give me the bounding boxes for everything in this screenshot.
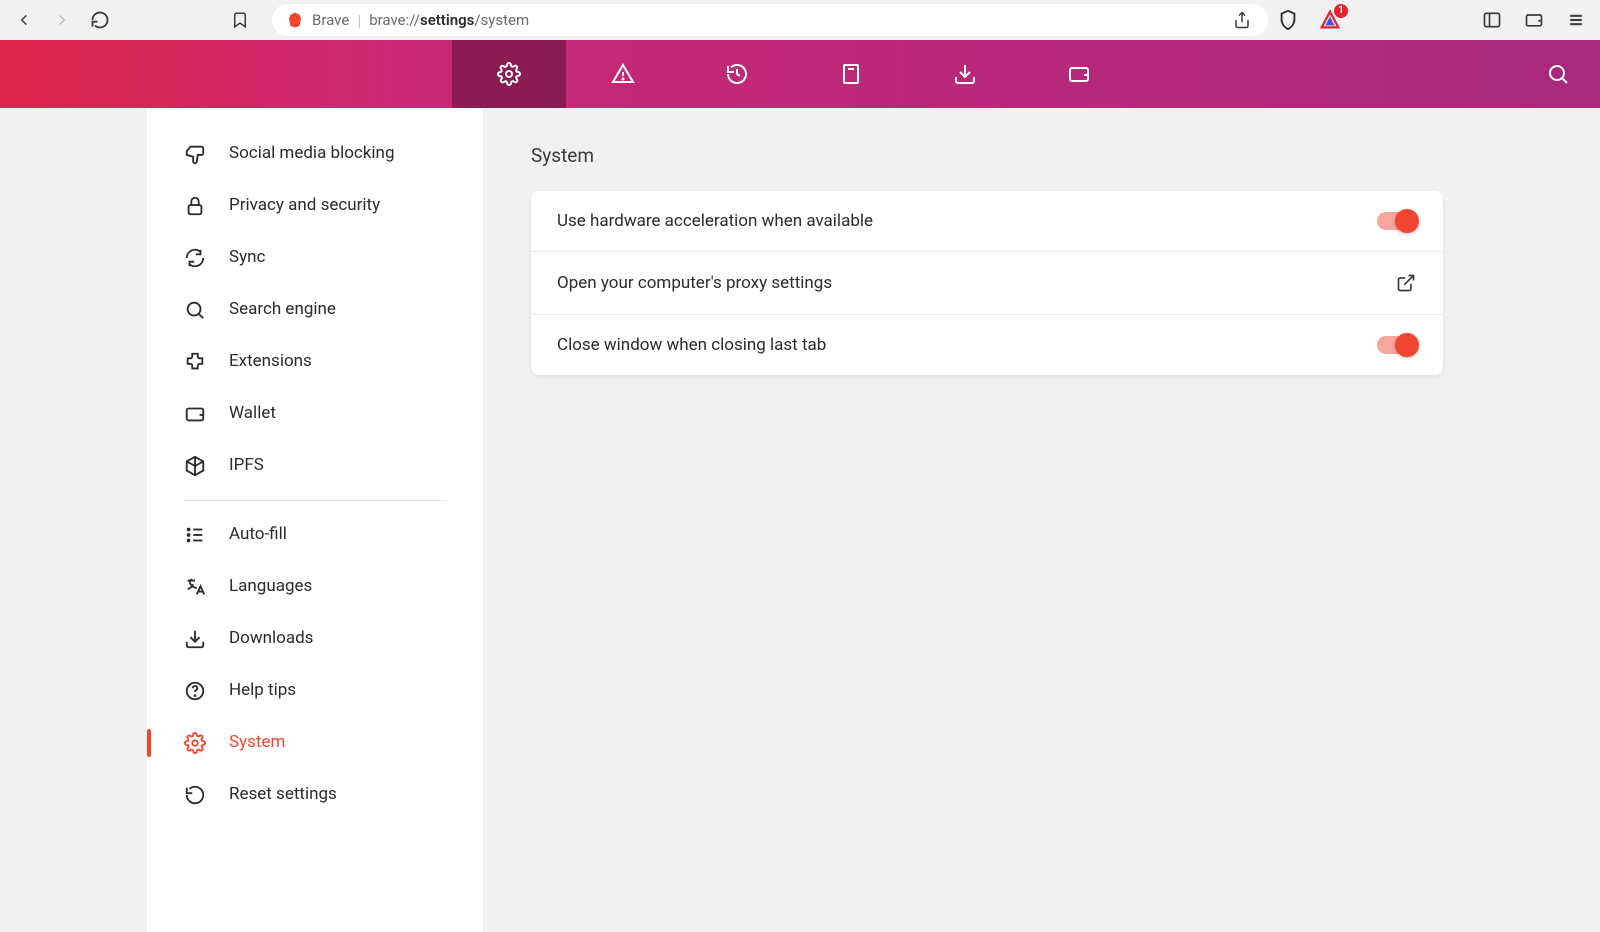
- translate-icon: [183, 575, 207, 599]
- sidebar-item-ipfs[interactable]: IPFS: [147, 440, 483, 492]
- sidebar-item-label: Search engine: [229, 298, 336, 322]
- list-icon: [183, 523, 207, 547]
- sidebar-item-label: IPFS: [229, 454, 264, 478]
- address-separator: |: [357, 11, 361, 30]
- sync-icon: [183, 246, 207, 270]
- sidebar-item-label: Reset settings: [229, 783, 337, 807]
- gear-icon: [183, 731, 207, 755]
- header-tab-wallet[interactable]: [1022, 40, 1136, 108]
- sidebar-toggle-button[interactable]: [1480, 8, 1504, 32]
- sidebar-item-label: Help tips: [229, 679, 296, 703]
- address-bar[interactable]: Brave | brave://settings/system: [272, 4, 1268, 36]
- browser-toolbar: Brave | brave://settings/system 1: [0, 0, 1600, 40]
- settings-sidebar: Social media blocking Privacy and securi…: [147, 108, 483, 932]
- sidebar-item-downloads[interactable]: Downloads: [147, 613, 483, 665]
- download-icon: [183, 627, 207, 651]
- lock-icon: [183, 194, 207, 218]
- sidebar-item-reset-settings[interactable]: Reset settings: [147, 769, 483, 821]
- bookmark-button[interactable]: [228, 8, 252, 32]
- sidebar-item-label: Auto-fill: [229, 523, 287, 547]
- help-icon: [183, 679, 207, 703]
- sidebar-item-system[interactable]: System: [147, 717, 483, 769]
- setting-label: Open your computer's proxy settings: [557, 273, 832, 293]
- toggle-hardware-acceleration[interactable]: [1377, 212, 1417, 230]
- sidebar-item-privacy-security[interactable]: Privacy and security: [147, 180, 483, 232]
- sidebar-item-label: Downloads: [229, 627, 313, 651]
- header-tab-settings[interactable]: [452, 40, 566, 108]
- sidebar-divider: [183, 500, 447, 501]
- address-brand: Brave: [312, 11, 349, 29]
- reset-icon: [183, 783, 207, 807]
- bookmark-icon: [839, 62, 863, 86]
- sidebar-item-social-media-blocking[interactable]: Social media blocking: [147, 128, 483, 180]
- main-area: Social media blocking Privacy and securi…: [0, 108, 1600, 932]
- page-title: System: [531, 144, 1552, 167]
- header-tab-downloads[interactable]: [908, 40, 1022, 108]
- chrome-right-icons: 1: [1276, 8, 1342, 32]
- sidebar-item-extensions[interactable]: Extensions: [147, 336, 483, 388]
- settings-header: [0, 40, 1600, 108]
- cube-icon: [183, 454, 207, 478]
- puzzle-icon: [183, 350, 207, 374]
- setting-proxy-settings[interactable]: Open your computer's proxy settings: [531, 252, 1443, 315]
- sidebar-item-label: Extensions: [229, 350, 312, 374]
- sidebar-item-help-tips[interactable]: Help tips: [147, 665, 483, 717]
- sidebar-item-label: System: [229, 731, 285, 755]
- setting-label: Close window when closing last tab: [557, 335, 826, 355]
- header-tab-bookmarks[interactable]: [794, 40, 908, 108]
- setting-label: Use hardware acceleration when available: [557, 211, 873, 231]
- download-icon: [953, 62, 977, 86]
- wallet-chrome-button[interactable]: [1522, 8, 1546, 32]
- search-icon: [1546, 62, 1570, 86]
- header-tabs: [452, 40, 1136, 108]
- sidebar-item-label: Privacy and security: [229, 194, 380, 218]
- warning-triangle-icon: [611, 62, 635, 86]
- sidebar-item-autofill[interactable]: Auto-fill: [147, 509, 483, 561]
- wallet-icon: [1067, 62, 1091, 86]
- settings-content: System Use hardware acceleration when av…: [483, 108, 1600, 932]
- window-controls: [1480, 8, 1588, 32]
- reload-button[interactable]: [88, 8, 112, 32]
- wallet-icon: [183, 402, 207, 426]
- sidebar-item-label: Wallet: [229, 402, 276, 426]
- brave-logo-icon: [286, 11, 304, 29]
- header-tab-shields[interactable]: [566, 40, 680, 108]
- rewards-button[interactable]: 1: [1318, 8, 1342, 32]
- header-search-button[interactable]: [1544, 60, 1572, 88]
- setting-close-window-last-tab: Close window when closing last tab: [531, 315, 1443, 375]
- sidebar-item-search-engine[interactable]: Search engine: [147, 284, 483, 336]
- toggle-close-window-last-tab[interactable]: [1377, 336, 1417, 354]
- shields-button[interactable]: [1276, 8, 1300, 32]
- sidebar-item-sync[interactable]: Sync: [147, 232, 483, 284]
- forward-button[interactable]: [50, 8, 74, 32]
- settings-card: Use hardware acceleration when available…: [531, 191, 1443, 375]
- rewards-badge: 1: [1334, 4, 1348, 18]
- external-link-icon: [1395, 272, 1417, 294]
- menu-button[interactable]: [1564, 8, 1588, 32]
- back-button[interactable]: [12, 8, 36, 32]
- address-url: brave://settings/system: [369, 11, 529, 29]
- share-button[interactable]: [1230, 8, 1254, 32]
- sidebar-item-label: Social media blocking: [229, 142, 394, 166]
- thumbs-down-icon: [183, 142, 207, 166]
- sidebar-item-wallet[interactable]: Wallet: [147, 388, 483, 440]
- nav-buttons: [12, 8, 112, 32]
- sidebar-item-label: Sync: [229, 246, 265, 270]
- header-tab-history[interactable]: [680, 40, 794, 108]
- sidebar-item-label: Languages: [229, 575, 312, 599]
- gear-icon: [497, 62, 521, 86]
- setting-hardware-acceleration: Use hardware acceleration when available: [531, 191, 1443, 252]
- history-icon: [725, 62, 749, 86]
- search-icon: [183, 298, 207, 322]
- sidebar-item-languages[interactable]: Languages: [147, 561, 483, 613]
